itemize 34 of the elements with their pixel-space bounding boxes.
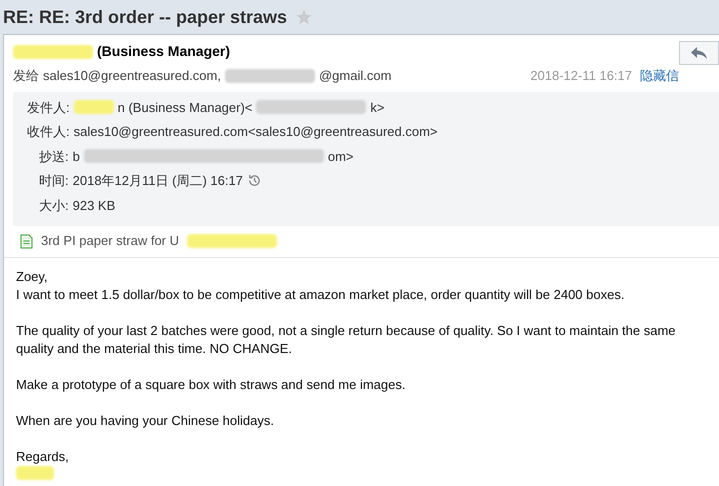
detail-value: 923 KB xyxy=(72,196,116,214)
detail-value: b xyxy=(72,148,80,166)
body-text: The quality of your last 2 batches were good, not a single return because of quality. So I want to maintain the same xyxy=(16,322,677,340)
redaction-mark xyxy=(74,100,114,114)
detail-value: 2018年12月11日 (周二) 16:17 xyxy=(72,172,243,190)
detail-label: 大小: xyxy=(39,196,69,214)
redaction-mark xyxy=(16,466,54,480)
body-text: Zoey, xyxy=(16,268,49,286)
body-text: I want to meet 1.5 dollar/box to be competitive at amazon market place, order quantity will be 2400 boxes. xyxy=(16,286,626,304)
history-icon[interactable] xyxy=(246,173,262,188)
detail-value: k> xyxy=(370,98,384,116)
detail-label: 抄送: xyxy=(39,148,69,166)
sender-name: (Business Manager) xyxy=(97,42,230,61)
detail-value: sales10@greentreasured.com<sales10@greentreasured.com> xyxy=(74,123,438,141)
body-text: Make a prototype of a square box with straws and send me images. xyxy=(16,376,406,394)
body-text: quality and the material this time. NO CHANGE. xyxy=(16,340,293,358)
detail-label: 收件人: xyxy=(27,123,70,141)
recipients-label: 发给 xyxy=(13,67,39,85)
body-text: Regards, xyxy=(16,448,70,466)
hide-details-link[interactable]: 隐藏信 xyxy=(640,66,679,86)
star-icon[interactable] xyxy=(295,8,314,26)
attachment-name[interactable]: 3rd PI paper straw for U xyxy=(41,231,179,251)
recipient-address: @gmail.com xyxy=(318,67,392,85)
recipient-address: sales10@greentreasured.com, xyxy=(43,67,221,85)
detail-label: 时间: xyxy=(39,172,69,190)
reply-button[interactable] xyxy=(679,41,719,65)
email-subject: RE: RE: 3rd order -- paper straws xyxy=(3,6,288,29)
body-text: When are you having your Chinese holidays. xyxy=(16,412,275,430)
detail-label: 发件人: xyxy=(27,98,70,116)
detail-value: n (Business Manager)< xyxy=(118,98,252,117)
email-date: 2018-12-11 16:17 xyxy=(530,67,632,85)
document-icon xyxy=(20,234,33,248)
detail-value: om> xyxy=(328,148,354,166)
reply-icon xyxy=(690,46,708,60)
